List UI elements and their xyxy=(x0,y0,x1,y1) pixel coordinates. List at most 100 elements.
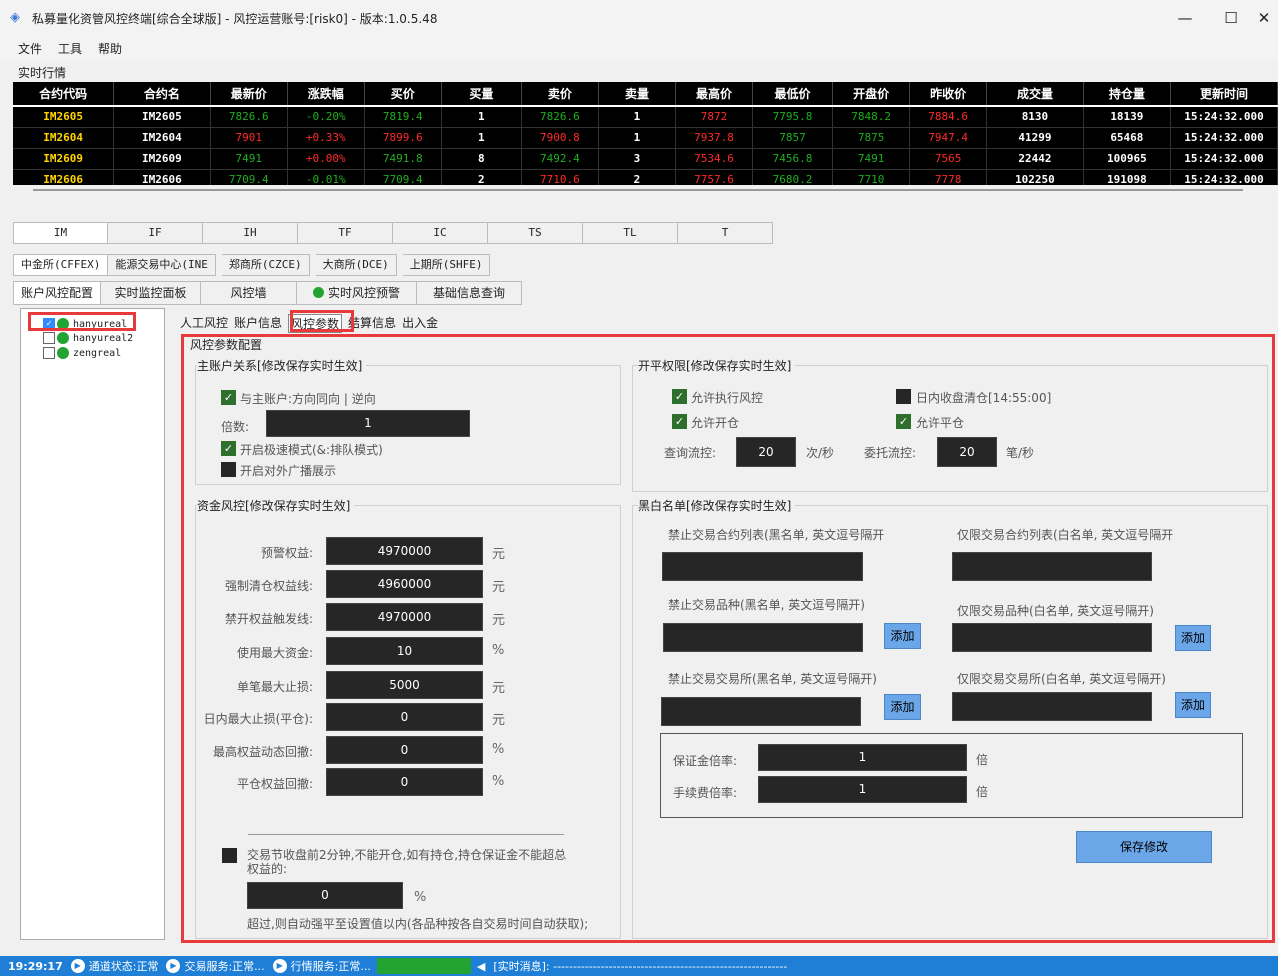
tab-settlement[interactable]: 结算信息 xyxy=(348,314,396,333)
product-tab[interactable]: IH xyxy=(203,222,298,244)
tab-account-risk-config[interactable]: 账户风控配置 xyxy=(13,281,101,305)
account-item[interactable]: zengreal xyxy=(43,346,121,360)
product-tab[interactable]: IF xyxy=(108,222,203,244)
menu-tools[interactable]: 工具 xyxy=(58,40,82,57)
product-tab[interactable]: T xyxy=(678,222,773,244)
menu-file[interactable]: 文件 xyxy=(18,40,42,57)
capital-field-input[interactable]: 5000 xyxy=(326,671,483,699)
order-flow-input[interactable]: 20 xyxy=(937,437,997,467)
margin-rate-input[interactable]: 1 xyxy=(758,744,967,771)
market-cell: 7875 xyxy=(832,127,911,149)
fee-rate-input[interactable]: 1 xyxy=(758,776,967,803)
selected-subtab-highlight xyxy=(290,310,354,332)
market-column-header[interactable]: 开盘价 xyxy=(832,82,911,107)
product-tab[interactable]: IC xyxy=(393,222,488,244)
status-bar: 19:29:17 ▶ 通道状态:正常 ▶ 交易服务:正常... ▶ 行情服务:正… xyxy=(0,956,1278,976)
market-column-header[interactable]: 持仓量 xyxy=(1083,82,1172,107)
capital-field-input[interactable]: 10 xyxy=(326,637,483,665)
exchange-tab[interactable]: 中金所(CFFEX) xyxy=(13,254,109,276)
exchange-tab[interactable]: 能源交易中心(INE xyxy=(108,254,216,276)
market-cell: IM2604 xyxy=(13,127,115,149)
tab-realtime-monitor[interactable]: 实时监控面板 xyxy=(101,281,201,305)
checkbox-icon[interactable] xyxy=(43,332,55,344)
market-row[interactable]: IM2604 IM2604 7901 +0.33% 7899.6 1 7900.8 1 7937… xyxy=(13,127,1278,149)
check-broadcast[interactable] xyxy=(221,462,236,477)
only-products-input[interactable] xyxy=(952,623,1152,652)
ban-contracts-input[interactable] xyxy=(662,552,863,581)
ban-exchanges-input[interactable] xyxy=(661,697,861,726)
capital-field-input[interactable]: 4960000 xyxy=(326,570,483,598)
market-column-header[interactable]: 涨跌幅 xyxy=(287,82,365,107)
market-column-header[interactable]: 买价 xyxy=(364,82,442,107)
status-time: 19:29:17 xyxy=(8,959,63,973)
product-tab[interactable]: TL xyxy=(583,222,678,244)
capital-field-label: 禁开权益触发线: xyxy=(224,612,313,626)
market-cell: 7565 xyxy=(909,148,988,170)
only-products-label: 仅限交易品种(白名单, 英文逗号隔开) xyxy=(957,604,1154,618)
market-group-label: 实时行情 xyxy=(18,64,67,81)
query-flow-input[interactable]: 20 xyxy=(736,437,796,467)
tab-basic-info-query[interactable]: 基础信息查询 xyxy=(417,281,522,305)
close-rule-input[interactable]: 0 xyxy=(247,882,403,909)
check-same-direction[interactable]: ✓ xyxy=(221,390,236,405)
tab-realtime-alert[interactable]: 实时风控预警 xyxy=(297,281,417,305)
market-column-header[interactable]: 最新价 xyxy=(210,82,288,107)
market-column-header[interactable]: 昨收价 xyxy=(909,82,988,107)
only-contracts-label: 仅限交易合约列表(白名单, 英文逗号隔开 xyxy=(957,528,1174,542)
market-cell: 7491.8 xyxy=(364,148,442,170)
account-item[interactable]: hanyureal2 xyxy=(43,331,133,345)
capital-field-input[interactable]: 0 xyxy=(326,703,483,731)
market-column-header[interactable]: 买量 xyxy=(441,82,522,107)
capital-field-input[interactable]: 0 xyxy=(326,736,483,764)
market-column-header[interactable]: 成交量 xyxy=(986,82,1084,107)
product-tab[interactable]: TF xyxy=(298,222,393,244)
market-row[interactable]: IM2605 IM2605 7826.6 -0.20% 7819.4 1 7826.6 1 78… xyxy=(13,106,1278,128)
minimize-button[interactable]: — xyxy=(1162,0,1208,36)
menu-help[interactable]: 帮助 xyxy=(98,40,122,57)
market-column-header[interactable]: 合约名 xyxy=(113,82,211,107)
market-column-header[interactable]: 卖量 xyxy=(598,82,676,107)
only-contracts-input[interactable] xyxy=(952,552,1152,581)
market-column-header[interactable]: 更新时间 xyxy=(1170,82,1278,107)
exchange-tab[interactable]: 郑商所(CZCE) xyxy=(221,254,310,276)
exchange-tab[interactable]: 大商所(DCE) xyxy=(315,254,397,276)
only-exchanges-input[interactable] xyxy=(952,692,1152,721)
product-tab[interactable]: IM xyxy=(13,222,108,244)
market-cell: 7937.8 xyxy=(675,127,754,149)
market-row[interactable]: IM2609 IM2609 7491 +0.00% 7491.8 8 7492.4 3 7534… xyxy=(13,148,1278,170)
tab-risk-wall[interactable]: 风控墙 xyxy=(201,281,297,305)
multiplier-input[interactable]: 1 xyxy=(266,410,470,437)
check-allow-open[interactable]: ✓ xyxy=(672,414,687,429)
market-cell: -0.20% xyxy=(287,106,365,128)
tab-deposit-withdraw[interactable]: 出入金 xyxy=(402,314,438,333)
only-exchanges-add-button[interactable]: 添加 xyxy=(1175,692,1211,718)
product-tab[interactable]: TS xyxy=(488,222,583,244)
capital-field-label: 日内最大止损(平仓): xyxy=(203,712,313,726)
capital-field-input[interactable]: 4970000 xyxy=(326,603,483,631)
market-scrollbar[interactable] xyxy=(13,185,1278,195)
capital-field-input[interactable]: 4970000 xyxy=(326,537,483,565)
market-header-row: 合约代码 合约名 最新价 涨跌幅 买价 买量 卖价 卖量 最高价 最低价 开盘价 昨收价 成交量 持仓量更… xyxy=(13,82,1278,107)
ban-exchanges-add-button[interactable]: 添加 xyxy=(884,694,921,720)
check-allow-close[interactable]: ✓ xyxy=(896,414,911,429)
check-allow-risk[interactable]: ✓ xyxy=(672,389,687,404)
maximize-button[interactable]: ☐ xyxy=(1208,0,1254,36)
checkbox-icon[interactable] xyxy=(43,347,55,359)
ban-products-add-button[interactable]: 添加 xyxy=(884,623,921,649)
tab-account-info[interactable]: 账户信息 xyxy=(234,314,282,333)
check-close-rule[interactable] xyxy=(222,848,237,863)
only-products-add-button[interactable]: 添加 xyxy=(1175,625,1211,651)
tab-manual-risk[interactable]: 人工风控 xyxy=(180,314,228,333)
close-button[interactable]: ✕ xyxy=(1250,0,1278,36)
check-close-at-end[interactable] xyxy=(896,389,911,404)
save-button[interactable]: 保存修改 xyxy=(1076,831,1212,863)
ban-products-input[interactable] xyxy=(663,623,863,652)
market-column-header[interactable]: 卖价 xyxy=(521,82,599,107)
exchange-tab[interactable]: 上期所(SHFE) xyxy=(402,254,491,276)
capital-field-input[interactable]: 0 xyxy=(326,768,483,796)
market-column-header[interactable]: 最低价 xyxy=(752,82,834,107)
market-column-header[interactable]: 最高价 xyxy=(675,82,754,107)
selected-account-highlight xyxy=(28,312,136,331)
check-fast-mode[interactable]: ✓ xyxy=(221,441,236,456)
market-column-header[interactable]: 合约代码 xyxy=(13,82,115,107)
